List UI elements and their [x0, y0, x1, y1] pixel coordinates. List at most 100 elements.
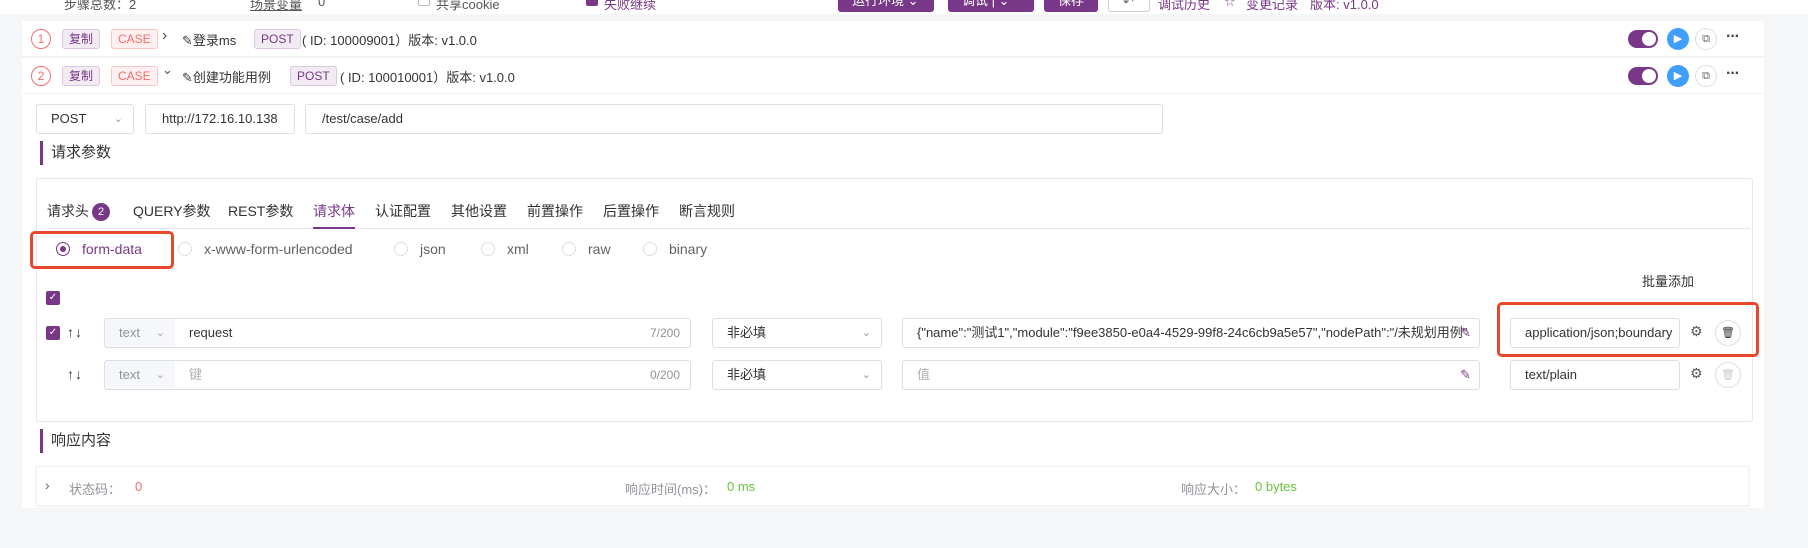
chevron-down-icon: ⌄	[861, 327, 871, 339]
delete-row-icon[interactable]: 🗑	[1715, 320, 1741, 346]
tab-body[interactable]: 请求体	[313, 201, 355, 221]
more-icon[interactable]: ···	[1726, 65, 1740, 83]
select-all-checkbox[interactable]: ✓	[46, 291, 60, 305]
copy-tag: 复制	[62, 29, 101, 49]
key-char-count: 0/200	[649, 368, 680, 382]
run-step-icon[interactable]: ▶	[1667, 65, 1689, 87]
tab-assertions[interactable]: 断言规则	[679, 201, 735, 221]
expand-chevron-icon[interactable]: ›	[162, 27, 167, 45]
required-select[interactable]: 非必填 ⌄	[712, 360, 882, 390]
chevron-down-icon: ⌄	[155, 327, 165, 339]
response-size-label: 响应大小：	[1181, 482, 1247, 497]
param-value-input[interactable]: {"name":"测试1","module":"f9ee3850-e0a4-45…	[902, 318, 1480, 348]
chevron-down-icon: ⌄	[113, 113, 123, 125]
version-label: 版本: v1.0.0	[1310, 0, 1379, 12]
tab-auth[interactable]: 认证配置	[375, 201, 431, 221]
chevron-down-icon: ⌄	[861, 369, 871, 381]
radio-dot-icon	[178, 242, 192, 256]
case-tag: CASE	[111, 66, 158, 86]
batch-add-link[interactable]: 批量添加	[1642, 271, 1694, 290]
scenario-toolbar: 步骤总数：2 场景变量 0 共享cookie 失败继续 运行环境 ⌄ 调试 | …	[0, 0, 1808, 14]
scenario-step-2[interactable]: 2 复制 CASE ⌄ ✎创建功能用例 POST ( ID: 100010001…	[22, 58, 1764, 94]
path-input[interactable]: /test/case/add	[305, 104, 1163, 134]
host-input[interactable]: http://172.16.10.138	[145, 104, 295, 134]
radio-dot-icon	[643, 242, 657, 256]
content-type-input[interactable]: text/plain	[1510, 360, 1680, 390]
scenario-vars-link[interactable]: 场景变量	[250, 0, 302, 13]
tab-query[interactable]: QUERY参数	[133, 201, 211, 221]
row-checkbox[interactable]: ✓	[46, 326, 60, 340]
edit-pen-icon[interactable]: ✎	[182, 33, 193, 48]
response-section-title: 响应内容	[40, 429, 111, 453]
star-icon[interactable]: ☆	[1224, 0, 1236, 10]
gear-icon[interactable]: ⚙	[1690, 323, 1703, 340]
request-params-title: 请求参数	[40, 141, 111, 165]
key-char-count: 7/200	[649, 326, 680, 340]
param-key-input[interactable]: 键 0/200	[175, 360, 691, 390]
param-type-select[interactable]: text ⌄	[104, 318, 176, 348]
tab-pre-ops[interactable]: 前置操作	[527, 201, 583, 221]
radio-xml[interactable]: xml	[481, 241, 529, 257]
status-code-label: 状态码：	[69, 482, 122, 497]
expand-chevron-icon[interactable]: ›	[45, 477, 50, 493]
debug-history-link[interactable]: 调试历史	[1158, 0, 1210, 13]
tab-rest[interactable]: REST参数	[228, 201, 293, 221]
edit-pen-icon[interactable]: ✎	[182, 70, 193, 85]
run-step-icon[interactable]: ▶	[1667, 28, 1689, 50]
step-enable-toggle[interactable]	[1628, 67, 1658, 85]
fail-continue-checkbox[interactable]	[586, 0, 598, 6]
scenario-step-1[interactable]: 1 复制 CASE › ✎登录ms POST ( ID: 100009001）版…	[22, 21, 1764, 57]
step-name[interactable]: ✎创建功能用例	[182, 67, 271, 86]
reorder-arrows-icon[interactable]: ↑↓	[67, 324, 83, 340]
radio-dot-icon	[394, 242, 408, 256]
copy-step-icon[interactable]: ⧉	[1695, 28, 1717, 50]
required-select[interactable]: 非必填 ⌄	[712, 318, 882, 348]
method-select[interactable]: POST ⌄	[36, 104, 134, 134]
step-enable-toggle[interactable]	[1628, 30, 1658, 48]
chevron-down-icon: ⌄	[155, 369, 165, 381]
share-cookie-checkbox[interactable]	[418, 0, 430, 6]
copy-tag: 复制	[62, 66, 101, 86]
content-type-input[interactable]: application/json;boundary	[1510, 318, 1680, 348]
param-value-input[interactable]: 值 ✎	[902, 360, 1480, 390]
tab-headers[interactable]: 请求头 2	[47, 201, 110, 221]
param-key-input[interactable]: request 7/200	[175, 318, 691, 348]
response-summary[interactable]: › 状态码： 0 响应时间(ms)： 0 ms 响应大小： 0 bytes	[36, 466, 1749, 506]
tab-other-settings[interactable]: 其他设置	[451, 201, 507, 221]
step-name[interactable]: ✎登录ms	[182, 30, 236, 49]
edit-pen-icon[interactable]: ✎	[1460, 319, 1471, 347]
response-time-label: 响应时间(ms)：	[625, 482, 716, 497]
save-button[interactable]: 保存	[1044, 0, 1098, 12]
param-type-select[interactable]: text ⌄	[104, 360, 176, 390]
tab-post-ops[interactable]: 后置操作	[603, 201, 659, 221]
radio-dot-icon	[56, 242, 70, 256]
run-env-button[interactable]: 运行环境 ⌄	[838, 0, 934, 12]
edit-pen-icon[interactable]: ✎	[1460, 361, 1471, 389]
radio-json[interactable]: json	[394, 241, 446, 257]
debug-button[interactable]: 调试 | ⌄	[948, 0, 1034, 12]
share-cookie-label: 共享cookie	[436, 0, 500, 12]
more-icon[interactable]: ···	[1726, 28, 1740, 46]
response-size-value: 0 bytes	[1255, 479, 1297, 494]
response-time-value: 0 ms	[727, 479, 756, 494]
radio-form-data[interactable]: form-data	[56, 241, 142, 257]
step-meta: ( ID: 100010001）版本: v1.0.0	[340, 70, 515, 85]
radio-raw[interactable]: raw	[562, 241, 611, 257]
reorder-arrows-icon[interactable]: ↑↓	[67, 366, 83, 382]
radio-binary[interactable]: binary	[643, 241, 707, 257]
method-tag: POST	[290, 66, 337, 86]
undo-button[interactable]: ↶	[1108, 0, 1150, 12]
active-tab-indicator	[313, 227, 355, 229]
delete-row-icon: 🗑	[1715, 362, 1741, 388]
scenario-vars-count: 0	[318, 0, 326, 9]
status-code-value: 0	[135, 479, 143, 494]
copy-step-icon[interactable]: ⧉	[1695, 65, 1717, 87]
collapse-chevron-icon[interactable]: ⌄	[162, 62, 173, 78]
change-record-link[interactable]: 变更记录	[1246, 0, 1298, 13]
tabs-divider	[47, 228, 1750, 229]
step-index: 2	[31, 66, 51, 86]
radio-x-www-form-urlencoded[interactable]: x-www-form-urlencoded	[178, 241, 353, 257]
case-tag: CASE	[111, 29, 158, 49]
gear-icon[interactable]: ⚙	[1690, 365, 1703, 382]
radio-dot-icon	[481, 242, 495, 256]
